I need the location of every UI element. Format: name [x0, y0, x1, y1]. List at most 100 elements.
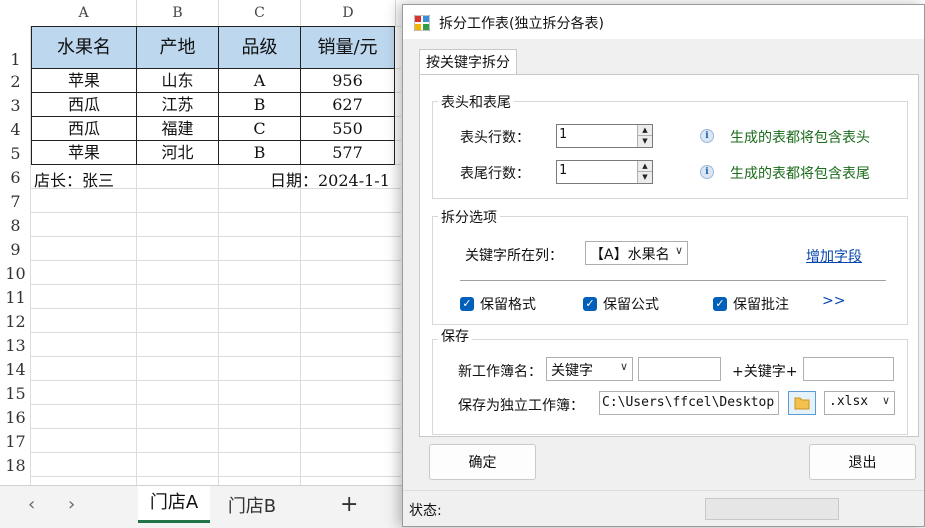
table-cell[interactable]: 577	[300, 140, 395, 165]
table-cell[interactable]: 苹果	[31, 68, 137, 93]
tab-page: 表头和表尾 表头行数： 1 ▲ ▼ i 生成的表都将包含表头 表尾行数： 1 ▲…	[419, 74, 919, 437]
row-header[interactable]: 12	[0, 312, 31, 331]
table-cell[interactable]: 550	[300, 116, 395, 141]
prefix-text-input[interactable]	[638, 357, 721, 381]
table-cell[interactable]: A	[218, 68, 301, 93]
workbook-name-select[interactable]: 关键字 ∨	[546, 357, 633, 381]
table-header-cell[interactable]: 销量/元	[300, 26, 395, 69]
table-cell[interactable]: 河北	[136, 140, 219, 165]
save-group-title: 保存	[438, 326, 472, 346]
table-cell[interactable]: 江苏	[136, 92, 219, 117]
status-bar: 状态:	[403, 490, 924, 527]
info-icon: i	[700, 129, 714, 143]
split-worksheet-dialog: 拆分工作表(独立拆分各表) 按关键字拆分 表头和表尾 表头行数： 1 ▲ ▼ i…	[402, 4, 925, 527]
column-header-a[interactable]: A	[31, 0, 137, 26]
save-group	[432, 339, 908, 435]
column-header-d[interactable]: D	[301, 0, 396, 26]
column-header-c[interactable]: C	[219, 0, 301, 26]
table-cell[interactable]: 山东	[136, 68, 219, 93]
table-header-cell[interactable]: 品级	[218, 26, 301, 69]
header-rows-stepper[interactable]: 1 ▲ ▼	[556, 124, 653, 148]
ok-button[interactable]: 确定	[429, 444, 536, 480]
column-header-b[interactable]: B	[137, 0, 219, 26]
file-extension-value: .xlsx	[829, 394, 869, 409]
table-cell[interactable]: 西瓜	[31, 92, 137, 117]
header-footer-group-title: 表头和表尾	[438, 92, 514, 112]
footer-rows-label: 表尾行数：	[460, 166, 530, 182]
key-column-label: 关键字所在列：	[465, 248, 563, 264]
file-extension-select[interactable]: .xlsx ∨	[824, 391, 895, 415]
row-header[interactable]: 4	[0, 120, 31, 139]
keep-comments-checkbox[interactable]: ✓	[713, 297, 727, 311]
decrement-icon[interactable]: ▼	[638, 136, 652, 147]
row-header[interactable]: 2	[0, 72, 31, 91]
table-header-cell[interactable]: 水果名	[31, 26, 137, 69]
decrement-icon[interactable]: ▼	[638, 172, 652, 183]
exit-button[interactable]: 退出	[809, 444, 916, 480]
row-header[interactable]: 5	[0, 144, 31, 163]
row-header[interactable]: 14	[0, 360, 31, 379]
row-header[interactable]: 3	[0, 96, 31, 115]
sheet-tab-store-a[interactable]: 门店A	[138, 486, 210, 523]
browse-folder-button[interactable]	[788, 391, 816, 415]
store-manager-cell[interactable]: 店长：张三	[34, 167, 114, 191]
next-sheet-button[interactable]: ›	[68, 494, 75, 515]
footer-rows-stepper[interactable]: 1 ▲ ▼	[556, 160, 653, 184]
table-cell[interactable]: B	[218, 140, 301, 165]
keep-comments-label[interactable]: 保留批注	[733, 294, 789, 314]
key-column-value: 【A】水果名	[590, 247, 670, 263]
row-header[interactable]: 1	[0, 50, 31, 69]
footer-rows-value: 1	[559, 163, 567, 178]
footer-hint: 生成的表都将包含表尾	[730, 166, 870, 182]
suffix-text-input[interactable]	[803, 357, 894, 381]
table-cell[interactable]: 西瓜	[31, 116, 137, 141]
sheet-tab-store-b[interactable]: 门店B	[220, 490, 284, 524]
row-header[interactable]: 9	[0, 240, 31, 259]
chevron-down-icon: ∨	[881, 394, 890, 407]
row-header[interactable]: 10	[0, 264, 31, 283]
plus-keyword-label: +关键字+	[732, 364, 798, 380]
table-cell[interactable]: 苹果	[31, 140, 137, 165]
header-rows-label: 表头行数：	[460, 130, 530, 146]
table-cell[interactable]: 956	[300, 68, 395, 93]
keep-format-checkbox[interactable]: ✓	[460, 297, 474, 311]
dialog-title-bar[interactable]: 拆分工作表(独立拆分各表)	[403, 5, 924, 39]
more-options-button[interactable]: >>	[822, 293, 845, 309]
save-as-label: 保存为独立工作簿：	[458, 398, 584, 414]
date-cell[interactable]: 日期：2024-1-1	[270, 167, 390, 191]
tab-split-by-keyword[interactable]: 按关键字拆分	[419, 49, 517, 76]
row-header[interactable]: 17	[0, 432, 31, 451]
add-sheet-button[interactable]: +	[340, 492, 358, 517]
table-cell[interactable]: 福建	[136, 116, 219, 141]
keep-format-label[interactable]: 保留格式	[480, 294, 536, 314]
row-header[interactable]: 6	[0, 168, 31, 187]
row-header[interactable]: 18	[0, 456, 31, 475]
row-header[interactable]: 7	[0, 192, 31, 211]
workbook-name-value: 关键字	[551, 363, 593, 379]
increment-icon[interactable]: ▲	[638, 161, 652, 172]
save-path-input[interactable]: C:\Users\ffcel\Desktop	[599, 391, 779, 415]
table-header-cell[interactable]: 产地	[136, 26, 219, 69]
table-cell[interactable]: B	[218, 92, 301, 117]
header-rows-value: 1	[559, 127, 567, 142]
chevron-down-icon: ∨	[672, 244, 683, 257]
row-header[interactable]: 13	[0, 336, 31, 355]
info-icon: i	[700, 165, 714, 179]
progress-bar	[705, 498, 839, 520]
key-column-select[interactable]: 【A】水果名 ∨	[585, 241, 688, 265]
row-header[interactable]: 15	[0, 384, 31, 403]
app-icon	[414, 15, 430, 31]
header-hint: 生成的表都将包含表头	[730, 130, 870, 146]
keep-formula-checkbox[interactable]: ✓	[583, 297, 597, 311]
increment-icon[interactable]: ▲	[638, 125, 652, 136]
keep-formula-label[interactable]: 保留公式	[603, 294, 659, 314]
dialog-title: 拆分工作表(独立拆分各表)	[439, 16, 604, 32]
table-cell[interactable]: C	[218, 116, 301, 141]
row-header[interactable]: 16	[0, 408, 31, 427]
new-workbook-label: 新工作簿名：	[458, 364, 542, 380]
previous-sheet-button[interactable]: ‹	[28, 494, 35, 515]
table-cell[interactable]: 627	[300, 92, 395, 117]
row-header[interactable]: 11	[0, 288, 31, 307]
add-field-link[interactable]: 增加字段	[806, 246, 862, 266]
row-header[interactable]: 8	[0, 216, 31, 235]
